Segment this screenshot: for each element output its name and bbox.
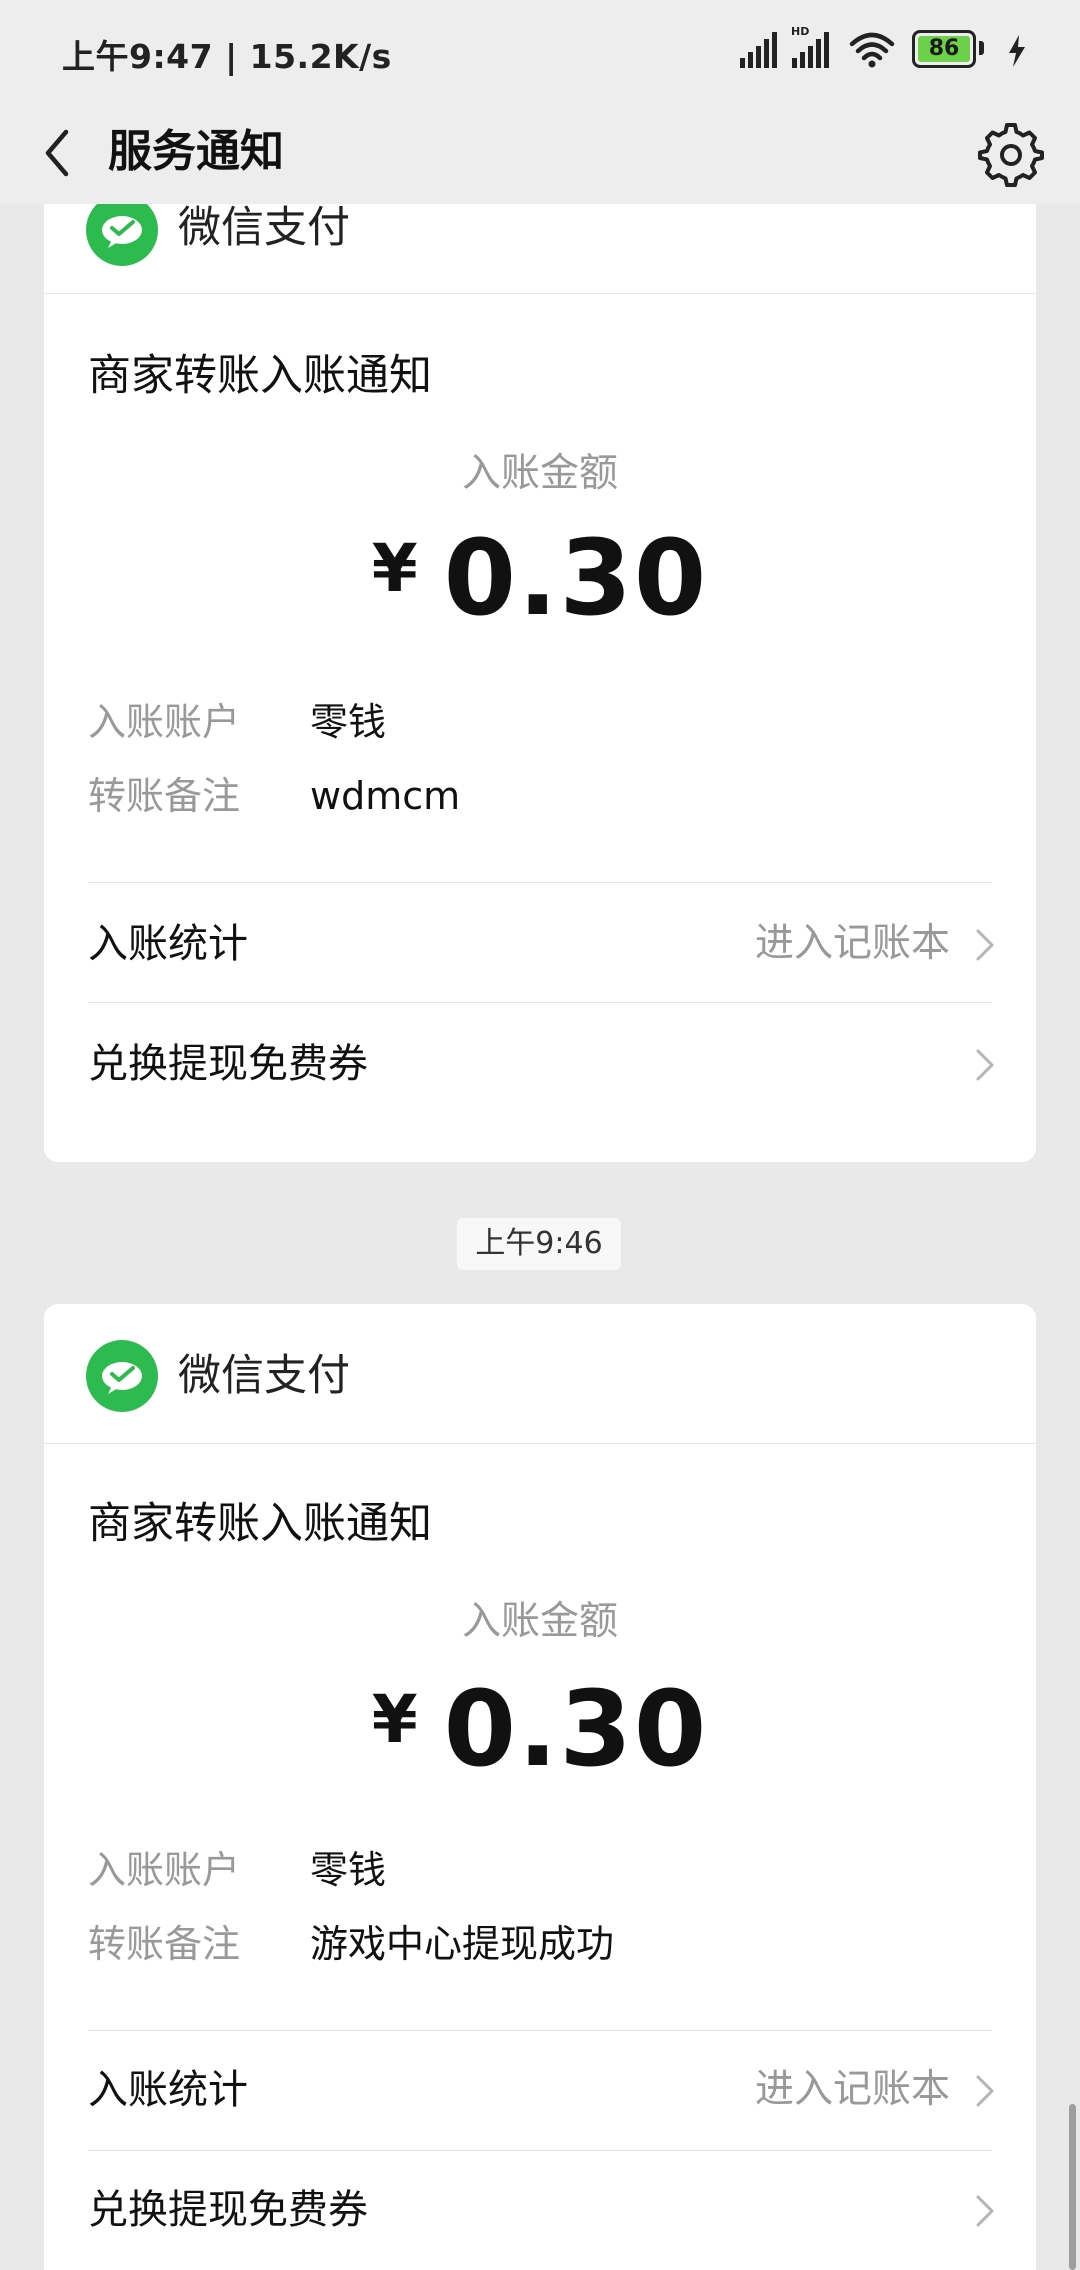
stats-label: 入账统计 [88, 921, 248, 967]
amount-label: 入账金额 [461, 1599, 618, 1644]
currency-symbol: ¥ [371, 1681, 418, 1758]
settings-button[interactable] [978, 122, 1044, 188]
back-button[interactable] [34, 118, 104, 188]
notification-card[interactable]: 微信支付 商家转账入账通知 入账金额 ¥0.30 入账账户 零钱 转账备注 游戏中心… [44, 1304, 1036, 2270]
remark-value: wdmcm [310, 774, 461, 818]
stats-link-row[interactable]: 入账统计 进入记账本 [88, 2050, 996, 2130]
ledger-link[interactable]: 进入记账本 [755, 2050, 950, 2130]
wechat-pay-icon [86, 194, 158, 266]
account-label: 入账账户 [88, 1848, 241, 1892]
currency-symbol: ¥ [371, 530, 418, 607]
remark-value: 游戏中心提现成功 [310, 1922, 615, 1966]
divider [88, 882, 992, 883]
notification-card[interactable]: 微信支付 商家转账入账通知 入账金额 ¥0.30 入账账户 零钱 转账备注 wdmc… [44, 160, 1036, 1162]
chevron-right-icon [976, 2195, 994, 2227]
chevron-right-icon [976, 929, 994, 961]
stats-link-row[interactable]: 入账统计 进入记账本 [88, 904, 996, 984]
brand-name: 微信支付 [178, 1351, 350, 1401]
message-timestamp: 上午9:46 [457, 1218, 621, 1270]
page-title: 服务通知 [108, 126, 284, 177]
voucher-link-row[interactable]: 兑换提现免费券 [88, 1024, 996, 1104]
nav-bar: 服务通知 [0, 100, 1080, 204]
stats-label: 入账统计 [88, 2067, 248, 2113]
account-value: 零钱 [310, 700, 387, 744]
divider [88, 2030, 992, 2031]
status-icons: HD 86 [738, 25, 1028, 74]
wechat-pay-icon [86, 1340, 158, 1412]
signal-icon [738, 30, 780, 70]
notice-title: 商家转账入账通知 [88, 1499, 432, 1549]
amount-display: ¥0.30 [44, 1669, 1036, 1789]
gear-icon [978, 123, 1044, 187]
amount-value: 0.30 [443, 1668, 709, 1790]
voucher-label: 兑换提现免费券 [88, 1041, 368, 1087]
account-label: 入账账户 [88, 700, 241, 744]
voucher-label: 兑换提现免费券 [88, 2187, 368, 2233]
notice-title: 商家转账入账通知 [88, 351, 432, 401]
remark-row: 转账备注 游戏中心提现成功 [88, 1914, 614, 1974]
battery-level: 86 [918, 36, 970, 62]
account-row: 入账账户 零钱 [88, 692, 386, 752]
ledger-link[interactable]: 进入记账本 [755, 904, 950, 984]
scrollbar[interactable] [1069, 2104, 1076, 2270]
remark-label: 转账备注 [88, 1922, 241, 1966]
amount-display: ¥0.30 [44, 518, 1036, 638]
account-value: 零钱 [310, 1848, 387, 1892]
back-chevron-icon [45, 129, 69, 177]
account-row: 入账账户 零钱 [88, 1840, 386, 1900]
brand-name: 微信支付 [178, 203, 350, 253]
charging-icon [1006, 34, 1028, 72]
wifi-icon [848, 30, 896, 70]
status-time: 上午9:47 | 15.2K/s [62, 37, 392, 76]
battery-icon: 86 [912, 30, 976, 68]
amount-label: 入账金额 [461, 451, 618, 496]
remark-label: 转账备注 [88, 774, 241, 818]
card-header: 微信支付 [44, 1304, 1036, 1444]
hd-signal-icon: HD [790, 24, 836, 70]
status-bar: 上午9:47 | 15.2K/s HD 86 [0, 0, 1080, 100]
chevron-right-icon [976, 2075, 994, 2107]
chevron-right-icon [976, 1049, 994, 1081]
amount-value: 0.30 [443, 517, 709, 639]
hd-badge: HD [791, 25, 809, 38]
divider [88, 1002, 992, 1003]
battery-cap [979, 41, 984, 55]
voucher-link-row[interactable]: 兑换提现免费券 [88, 2170, 996, 2250]
divider [88, 2150, 992, 2151]
remark-row: 转账备注 wdmcm [88, 766, 460, 826]
